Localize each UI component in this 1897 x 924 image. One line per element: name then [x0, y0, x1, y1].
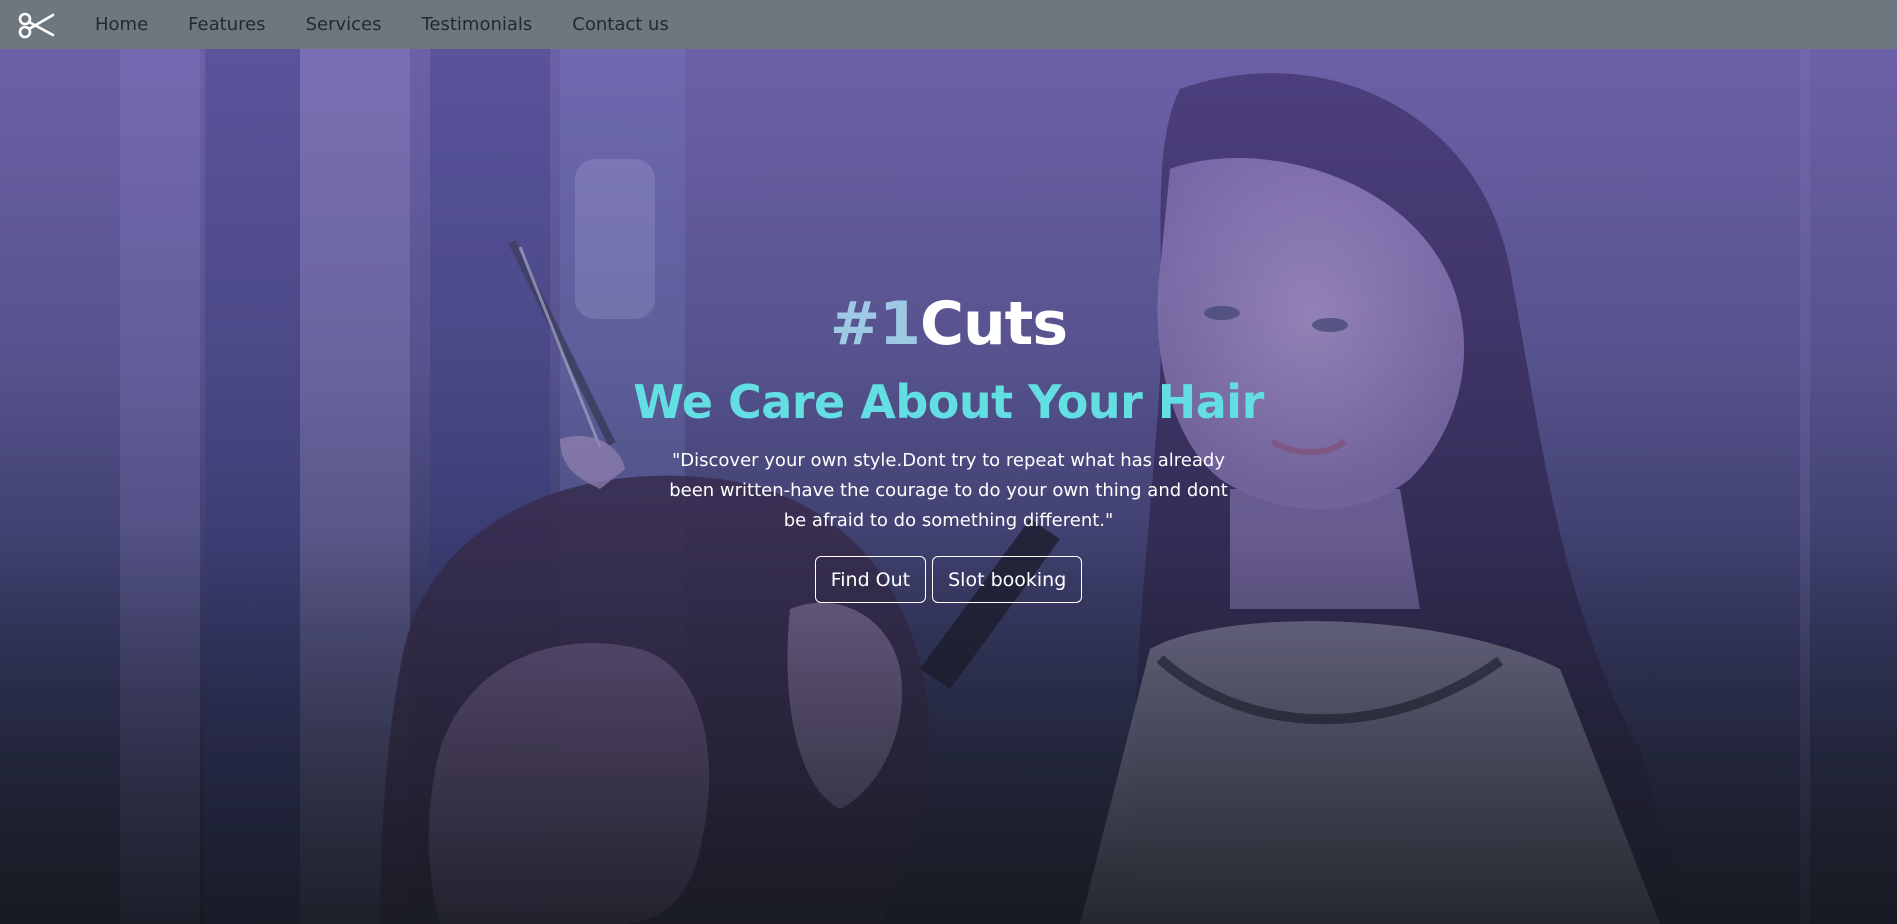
scissors-icon[interactable]: [18, 7, 58, 43]
hero-title-accent: #1: [829, 289, 921, 359]
nav-services-link[interactable]: Services: [306, 14, 382, 35]
nav-links: Home Features Services Testimonials Cont…: [95, 14, 669, 35]
hero-section: #1Cuts We Care About Your Hair "Discover…: [0, 49, 1897, 924]
hero-subtitle: We Care About Your Hair: [633, 375, 1264, 429]
hero-content: #1Cuts We Care About Your Hair "Discover…: [0, 294, 1897, 604]
hero-buttons: Find Out Slot booking: [0, 556, 1897, 604]
hero-quote: "Discover your own style.Dont try to rep…: [669, 450, 1228, 532]
nav-testimonials-link[interactable]: Testimonials: [421, 14, 532, 35]
nav-home-link[interactable]: Home: [95, 14, 148, 35]
navbar: Home Features Services Testimonials Cont…: [0, 0, 1897, 49]
nav-contact-link[interactable]: Contact us: [572, 14, 669, 35]
slot-booking-button[interactable]: Slot booking: [932, 556, 1083, 604]
find-out-button[interactable]: Find Out: [814, 556, 927, 604]
hero-title: #1Cuts: [0, 294, 1897, 354]
nav-features-link[interactable]: Features: [188, 14, 265, 35]
hero-title-main: Cuts: [919, 289, 1068, 359]
